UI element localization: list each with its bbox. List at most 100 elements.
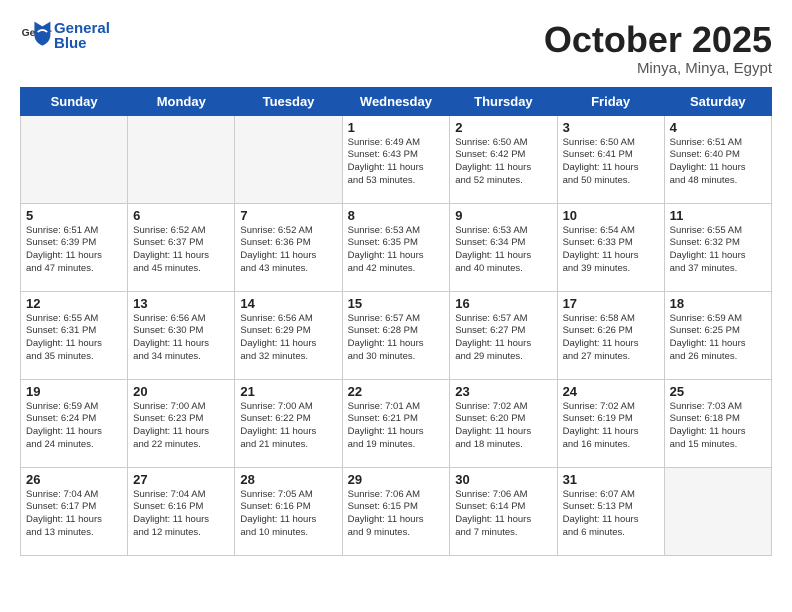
cell-w2-d7: 11 Sunrise: 6:55 AM Sunset: 6:32 PM Dayli… xyxy=(664,203,771,291)
day-number-30: 30 xyxy=(455,472,551,487)
day-info-5: Sunrise: 6:51 AM Sunset: 6:39 PM Dayligh… xyxy=(26,225,122,276)
cell-w4-d6: 24 Sunrise: 7:02 AM Sunset: 6:19 PM Dayli… xyxy=(557,379,664,467)
cell-w5-d7 xyxy=(664,467,771,555)
day-number-23: 23 xyxy=(455,384,551,399)
day-info-25: Sunrise: 7:03 AM Sunset: 6:18 PM Dayligh… xyxy=(670,401,766,452)
cell-w2-d2: 6 Sunrise: 6:52 AM Sunset: 6:37 PM Daylig… xyxy=(128,203,235,291)
day-number-24: 24 xyxy=(563,384,659,399)
logo-icon: General xyxy=(20,20,52,52)
day-number-9: 9 xyxy=(455,208,551,223)
day-number-5: 5 xyxy=(26,208,122,223)
day-number-22: 22 xyxy=(348,384,445,399)
day-info-13: Sunrise: 6:56 AM Sunset: 6:30 PM Dayligh… xyxy=(133,313,229,364)
day-number-6: 6 xyxy=(133,208,229,223)
day-info-16: Sunrise: 6:57 AM Sunset: 6:27 PM Dayligh… xyxy=(455,313,551,364)
day-number-31: 31 xyxy=(563,472,659,487)
cell-w1-d6: 3Sunrise: 6:50 AM Sunset: 6:41 PM Daylig… xyxy=(557,115,664,203)
day-number-20: 20 xyxy=(133,384,229,399)
cell-w4-d1: 19 Sunrise: 6:59 AM Sunset: 6:24 PM Dayli… xyxy=(21,379,128,467)
cell-w5-d2: 27 Sunrise: 7:04 AM Sunset: 6:16 PM Dayli… xyxy=(128,467,235,555)
logo-blue: Blue xyxy=(54,35,87,52)
day-info-1: Sunrise: 6:49 AM Sunset: 6:43 PM Dayligh… xyxy=(348,137,445,188)
day-info-14: Sunrise: 6:56 AM Sunset: 6:29 PM Dayligh… xyxy=(240,313,336,364)
day-info-22: Sunrise: 7:01 AM Sunset: 6:21 PM Dayligh… xyxy=(348,401,445,452)
day-number-10: 10 xyxy=(563,208,659,223)
cell-w3-d7: 18Sunrise: 6:59 AM Sunset: 6:25 PM Dayli… xyxy=(664,291,771,379)
day-info-31: Sunrise: 6:07 AM Sunset: 5:13 PM Dayligh… xyxy=(563,489,659,540)
week-row-4: 19 Sunrise: 6:59 AM Sunset: 6:24 PM Dayli… xyxy=(21,379,772,467)
day-info-26: Sunrise: 7:04 AM Sunset: 6:17 PM Dayligh… xyxy=(26,489,122,540)
day-number-26: 26 xyxy=(26,472,122,487)
day-info-20: Sunrise: 7:00 AM Sunset: 6:23 PM Dayligh… xyxy=(133,401,229,452)
cell-w2-d1: 5 Sunrise: 6:51 AM Sunset: 6:39 PM Daylig… xyxy=(21,203,128,291)
month-title: October 2025 xyxy=(544,20,772,60)
day-info-15: Sunrise: 6:57 AM Sunset: 6:28 PM Dayligh… xyxy=(348,313,445,364)
cell-w1-d5: 2 Sunrise: 6:50 AM Sunset: 6:42 PM Daylig… xyxy=(450,115,557,203)
day-info-18: Sunrise: 6:59 AM Sunset: 6:25 PM Dayligh… xyxy=(670,313,766,364)
cell-w5-d4: 29Sunrise: 7:06 AM Sunset: 6:15 PM Dayli… xyxy=(342,467,450,555)
day-number-12: 12 xyxy=(26,296,122,311)
cell-w3-d6: 17 Sunrise: 6:58 AM Sunset: 6:26 PM Dayli… xyxy=(557,291,664,379)
week-row-5: 26 Sunrise: 7:04 AM Sunset: 6:17 PM Dayli… xyxy=(21,467,772,555)
day-number-25: 25 xyxy=(670,384,766,399)
day-number-4: 4 xyxy=(670,120,766,135)
cell-w2-d4: 8Sunrise: 6:53 AM Sunset: 6:35 PM Daylig… xyxy=(342,203,450,291)
cell-w4-d4: 22 Sunrise: 7:01 AM Sunset: 6:21 PM Dayli… xyxy=(342,379,450,467)
col-header-wednesday: Wednesday xyxy=(342,87,450,115)
day-info-24: Sunrise: 7:02 AM Sunset: 6:19 PM Dayligh… xyxy=(563,401,659,452)
location: Minya, Minya, Egypt xyxy=(544,60,772,77)
cell-w5-d3: 28 Sunrise: 7:05 AM Sunset: 6:16 PM Dayli… xyxy=(235,467,342,555)
days-header-row: Sunday Monday Tuesday Wednesday Thursday… xyxy=(21,87,772,115)
day-number-16: 16 xyxy=(455,296,551,311)
week-row-2: 5 Sunrise: 6:51 AM Sunset: 6:39 PM Daylig… xyxy=(21,203,772,291)
day-info-30: Sunrise: 7:06 AM Sunset: 6:14 PM Dayligh… xyxy=(455,489,551,540)
day-number-19: 19 xyxy=(26,384,122,399)
col-header-sunday: Sunday xyxy=(21,87,128,115)
cell-w3-d5: 16 Sunrise: 6:57 AM Sunset: 6:27 PM Dayli… xyxy=(450,291,557,379)
day-info-29: Sunrise: 7:06 AM Sunset: 6:15 PM Dayligh… xyxy=(348,489,445,540)
day-info-7: Sunrise: 6:52 AM Sunset: 6:36 PM Dayligh… xyxy=(240,225,336,276)
day-info-3: Sunrise: 6:50 AM Sunset: 6:41 PM Dayligh… xyxy=(563,137,659,188)
day-info-2: Sunrise: 6:50 AM Sunset: 6:42 PM Dayligh… xyxy=(455,137,551,188)
week-row-3: 12 Sunrise: 6:55 AM Sunset: 6:31 PM Dayli… xyxy=(21,291,772,379)
col-header-saturday: Saturday xyxy=(664,87,771,115)
day-info-28: Sunrise: 7:05 AM Sunset: 6:16 PM Dayligh… xyxy=(240,489,336,540)
day-info-4: Sunrise: 6:51 AM Sunset: 6:40 PM Dayligh… xyxy=(670,137,766,188)
day-number-8: 8 xyxy=(348,208,445,223)
col-header-thursday: Thursday xyxy=(450,87,557,115)
cell-w1-d2 xyxy=(128,115,235,203)
day-number-21: 21 xyxy=(240,384,336,399)
cell-w4-d3: 21 Sunrise: 7:00 AM Sunset: 6:22 PM Dayli… xyxy=(235,379,342,467)
day-info-11: Sunrise: 6:55 AM Sunset: 6:32 PM Dayligh… xyxy=(670,225,766,276)
day-info-6: Sunrise: 6:52 AM Sunset: 6:37 PM Dayligh… xyxy=(133,225,229,276)
cell-w4-d2: 20 Sunrise: 7:00 AM Sunset: 6:23 PM Dayli… xyxy=(128,379,235,467)
day-info-17: Sunrise: 6:58 AM Sunset: 6:26 PM Dayligh… xyxy=(563,313,659,364)
day-info-19: Sunrise: 6:59 AM Sunset: 6:24 PM Dayligh… xyxy=(26,401,122,452)
day-number-1: 1 xyxy=(348,120,445,135)
cell-w4-d5: 23 Sunrise: 7:02 AM Sunset: 6:20 PM Dayli… xyxy=(450,379,557,467)
col-header-monday: Monday xyxy=(128,87,235,115)
col-header-tuesday: Tuesday xyxy=(235,87,342,115)
cell-w2-d6: 10Sunrise: 6:54 AM Sunset: 6:33 PM Dayli… xyxy=(557,203,664,291)
logo: General General Blue xyxy=(20,20,110,52)
cell-w2-d5: 9 Sunrise: 6:53 AM Sunset: 6:34 PM Daylig… xyxy=(450,203,557,291)
cell-w1-d1 xyxy=(21,115,128,203)
day-info-23: Sunrise: 7:02 AM Sunset: 6:20 PM Dayligh… xyxy=(455,401,551,452)
day-number-17: 17 xyxy=(563,296,659,311)
cell-w1-d7: 4 Sunrise: 6:51 AM Sunset: 6:40 PM Daylig… xyxy=(664,115,771,203)
day-number-27: 27 xyxy=(133,472,229,487)
day-info-12: Sunrise: 6:55 AM Sunset: 6:31 PM Dayligh… xyxy=(26,313,122,364)
day-number-11: 11 xyxy=(670,208,766,223)
day-info-21: Sunrise: 7:00 AM Sunset: 6:22 PM Dayligh… xyxy=(240,401,336,452)
day-number-2: 2 xyxy=(455,120,551,135)
day-info-9: Sunrise: 6:53 AM Sunset: 6:34 PM Dayligh… xyxy=(455,225,551,276)
day-number-28: 28 xyxy=(240,472,336,487)
cell-w1-d4: 1 Sunrise: 6:49 AM Sunset: 6:43 PM Daylig… xyxy=(342,115,450,203)
cell-w3-d1: 12 Sunrise: 6:55 AM Sunset: 6:31 PM Dayli… xyxy=(21,291,128,379)
cell-w3-d3: 14 Sunrise: 6:56 AM Sunset: 6:29 PM Dayli… xyxy=(235,291,342,379)
cell-w5-d1: 26 Sunrise: 7:04 AM Sunset: 6:17 PM Dayli… xyxy=(21,467,128,555)
day-number-14: 14 xyxy=(240,296,336,311)
cell-w5-d6: 31 Sunrise: 6:07 AM Sunset: 5:13 PM Dayli… xyxy=(557,467,664,555)
day-number-15: 15 xyxy=(348,296,445,311)
day-info-27: Sunrise: 7:04 AM Sunset: 6:16 PM Dayligh… xyxy=(133,489,229,540)
